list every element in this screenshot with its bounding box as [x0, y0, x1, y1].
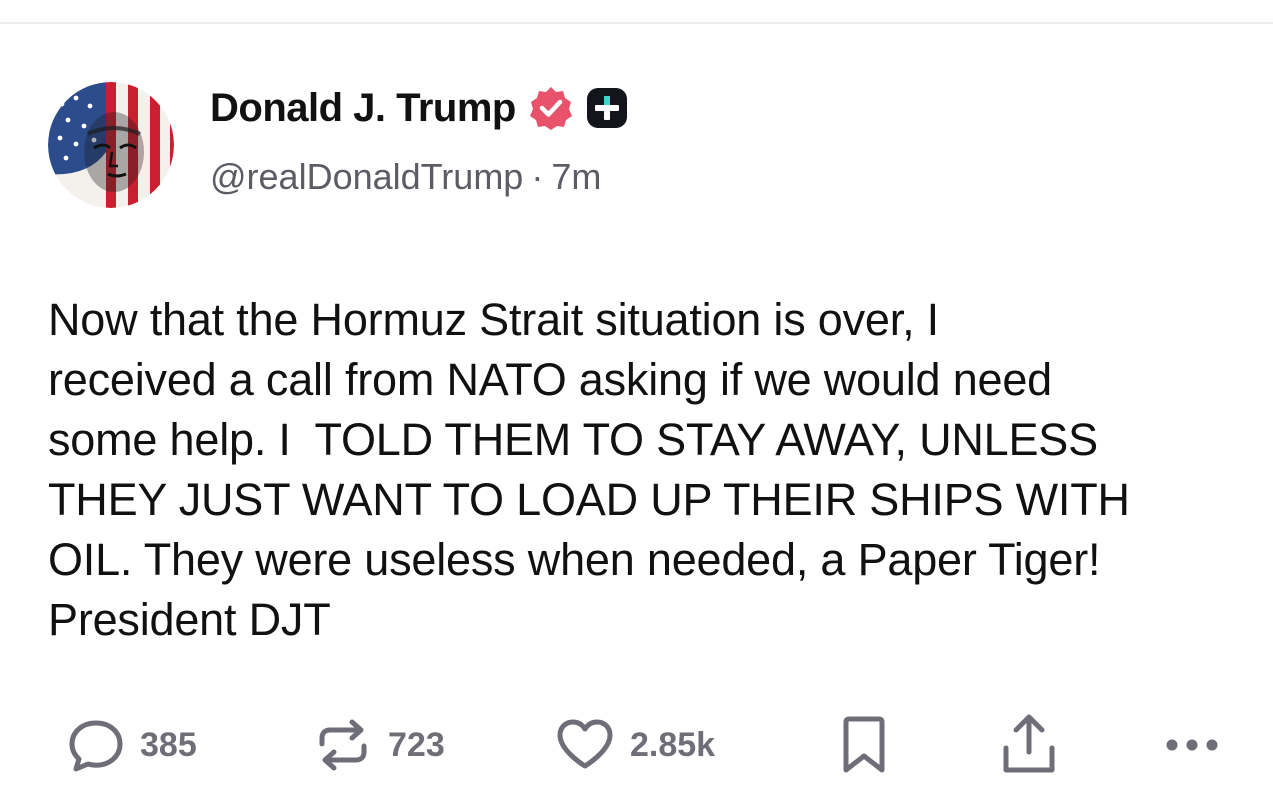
verified-badge-icon — [528, 85, 574, 131]
like-button[interactable]: 2.85k — [554, 712, 715, 778]
share-button[interactable] — [998, 712, 1060, 778]
repost-count: 723 — [388, 725, 445, 764]
post-actions: 385 723 2.85k — [0, 712, 1273, 778]
post-body: Now that the Hormuz Strait situation is … — [48, 294, 1130, 645]
like-count: 2.85k — [630, 725, 716, 764]
avatar-image — [48, 82, 174, 208]
meta-separator: · — [531, 156, 544, 197]
bookmark-icon — [836, 714, 892, 776]
share-icon — [998, 712, 1060, 778]
author-name-row: Donald J. Trump — [210, 84, 628, 132]
post: Donald J. Trump @realDonaldTrump · 7m Now … — [0, 0, 1273, 810]
bookmark-button[interactable] — [836, 712, 892, 778]
repost-icon — [312, 714, 374, 776]
reply-count: 385 — [140, 725, 197, 764]
reply-icon — [66, 715, 126, 775]
more-icon — [1162, 735, 1222, 755]
plus-badge-icon — [586, 87, 628, 129]
author-display-name[interactable]: Donald J. Trump — [210, 86, 516, 131]
author-meta: @realDonaldTrump · 7m — [210, 156, 601, 198]
author-handle[interactable]: @realDonaldTrump — [210, 156, 523, 197]
reply-button[interactable]: 385 — [66, 712, 197, 778]
post-timestamp[interactable]: 7m — [551, 156, 601, 197]
repost-button[interactable]: 723 — [312, 712, 445, 778]
avatar[interactable] — [48, 82, 174, 208]
heart-icon — [554, 714, 616, 776]
more-button[interactable] — [1162, 712, 1222, 778]
